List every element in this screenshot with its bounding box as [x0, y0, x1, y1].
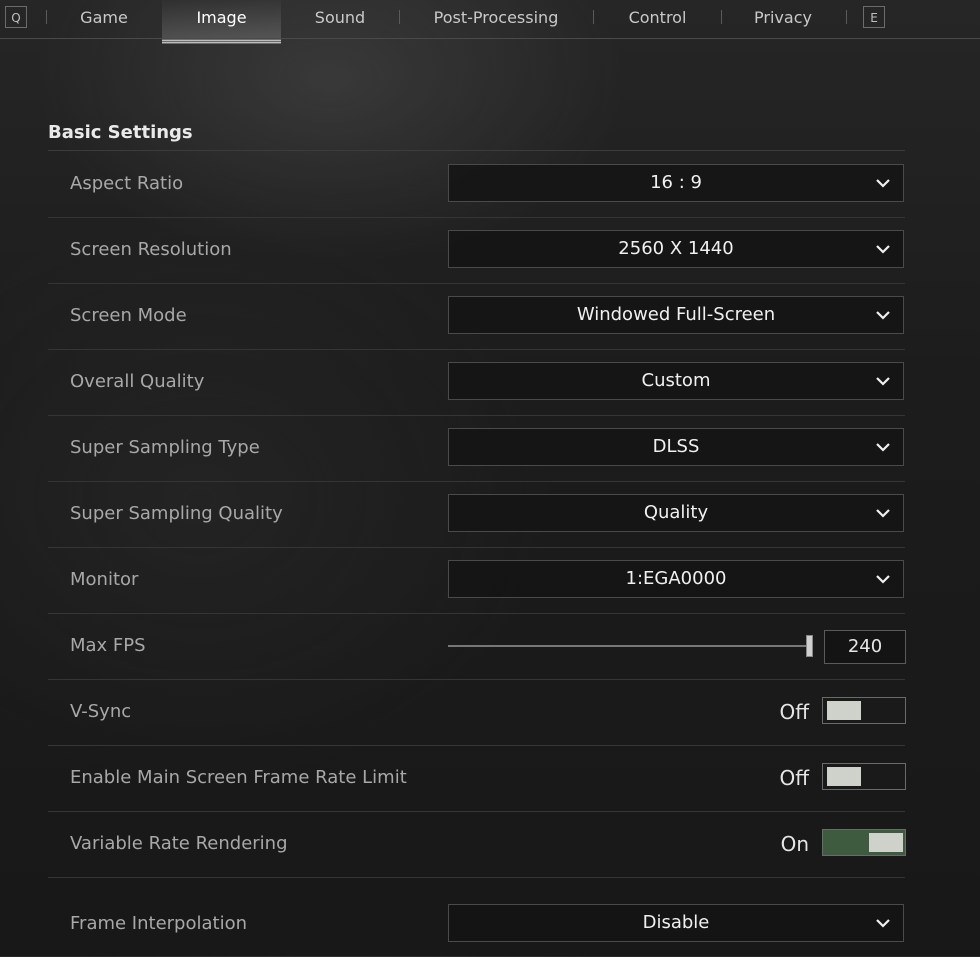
- setting-row-variable-rate-rendering: Variable Rate Rendering On: [48, 811, 906, 878]
- screen-mode-dropdown[interactable]: Windowed Full-Screen: [448, 296, 904, 334]
- setting-label: Variable Rate Rendering: [70, 833, 288, 854]
- dropdown-value: Quality: [643, 502, 709, 523]
- tab-privacy[interactable]: Privacy: [738, 0, 828, 38]
- setting-label: Super Sampling Quality: [70, 503, 283, 524]
- setting-label: Screen Resolution: [70, 239, 232, 260]
- tab-separator: [46, 10, 47, 24]
- tab-separator: [399, 10, 400, 24]
- vsync-toggle[interactable]: [822, 697, 906, 724]
- setting-label: Overall Quality: [70, 371, 205, 392]
- setting-row-screen-resolution: Screen Resolution 2560 X 1440: [48, 217, 905, 284]
- chevron-down-icon: [876, 245, 890, 254]
- tab-separator: [846, 10, 847, 24]
- tab-post-processing[interactable]: Post-Processing: [416, 0, 576, 38]
- next-tab-key-hint[interactable]: E: [863, 6, 885, 28]
- tab-game[interactable]: Game: [62, 0, 146, 38]
- chevron-down-icon: [876, 377, 890, 386]
- toggle-knob: [827, 701, 861, 720]
- chevron-down-icon: [876, 179, 890, 188]
- settings-tab-bar: Q Game Image Sound Post-Processing Contr…: [0, 0, 980, 44]
- dropdown-value: DLSS: [652, 436, 700, 457]
- prev-tab-key-hint[interactable]: Q: [5, 6, 27, 28]
- tab-separator: [593, 10, 594, 24]
- setting-row-aspect-ratio: Aspect Ratio 16 : 9: [48, 151, 905, 218]
- setting-row-super-sampling-type: Super Sampling Type DLSS: [48, 415, 905, 482]
- monitor-dropdown[interactable]: 1:EGA0000: [448, 560, 904, 598]
- setting-label: Monitor: [70, 569, 139, 590]
- dropdown-value: 2560 X 1440: [618, 238, 734, 259]
- chevron-down-icon: [876, 575, 890, 584]
- dropdown-value: Custom: [641, 370, 711, 391]
- setting-row-vsync: V-Sync Off: [48, 679, 906, 746]
- chevron-down-icon: [876, 919, 890, 928]
- setting-row-screen-mode: Screen Mode Windowed Full-Screen: [48, 283, 905, 350]
- setting-label: Super Sampling Type: [70, 437, 260, 458]
- setting-row-overall-quality: Overall Quality Custom: [48, 349, 905, 416]
- variable-rate-rendering-toggle[interactable]: [822, 829, 906, 856]
- tab-bar-divider: [0, 38, 980, 39]
- super-sampling-type-dropdown[interactable]: DLSS: [448, 428, 904, 466]
- tab-control[interactable]: Control: [610, 0, 705, 38]
- tab-separator: [721, 10, 722, 24]
- main-screen-frame-rate-limit-toggle[interactable]: [822, 763, 906, 790]
- max-fps-input[interactable]: 240: [824, 630, 906, 664]
- setting-row-max-fps: Max FPS 240: [48, 613, 906, 680]
- section-title: Basic Settings: [48, 122, 193, 143]
- dropdown-value: Windowed Full-Screen: [576, 304, 776, 325]
- tab-sound[interactable]: Sound: [296, 0, 384, 38]
- screen-resolution-dropdown[interactable]: 2560 X 1440: [448, 230, 904, 268]
- setting-label: Max FPS: [70, 635, 146, 656]
- setting-row-main-screen-frame-rate-limit: Enable Main Screen Frame Rate Limit Off: [48, 745, 906, 812]
- dropdown-value: 1:EGA0000: [625, 568, 727, 589]
- toggle-state-label: Off: [779, 700, 809, 724]
- max-fps-slider-track[interactable]: [448, 645, 813, 647]
- toggle-state-label: Off: [779, 766, 809, 790]
- setting-row-monitor: Monitor 1:EGA0000: [48, 547, 905, 614]
- setting-row-super-sampling-quality: Super Sampling Quality Quality: [48, 481, 905, 548]
- setting-label: V-Sync: [70, 701, 132, 722]
- dropdown-value: Disable: [642, 912, 710, 933]
- toggle-knob: [869, 833, 903, 852]
- setting-label: Frame Interpolation: [70, 913, 248, 934]
- overall-quality-dropdown[interactable]: Custom: [448, 362, 904, 400]
- chevron-down-icon: [876, 443, 890, 452]
- chevron-down-icon: [876, 509, 890, 518]
- setting-label: Screen Mode: [70, 305, 187, 326]
- toggle-state-label: On: [780, 832, 809, 856]
- super-sampling-quality-dropdown[interactable]: Quality: [448, 494, 904, 532]
- toggle-knob: [827, 767, 861, 786]
- aspect-ratio-dropdown[interactable]: 16 : 9: [448, 164, 904, 202]
- max-fps-slider-thumb[interactable]: [806, 635, 813, 657]
- dropdown-value: 16 : 9: [650, 172, 702, 193]
- frame-interpolation-dropdown[interactable]: Disable: [448, 904, 904, 942]
- chevron-down-icon: [876, 311, 890, 320]
- setting-row-frame-interpolation: Frame Interpolation Disable: [48, 891, 905, 957]
- setting-label: Aspect Ratio: [70, 173, 184, 194]
- tab-image[interactable]: Image: [162, 0, 281, 44]
- setting-label: Enable Main Screen Frame Rate Limit: [70, 767, 407, 788]
